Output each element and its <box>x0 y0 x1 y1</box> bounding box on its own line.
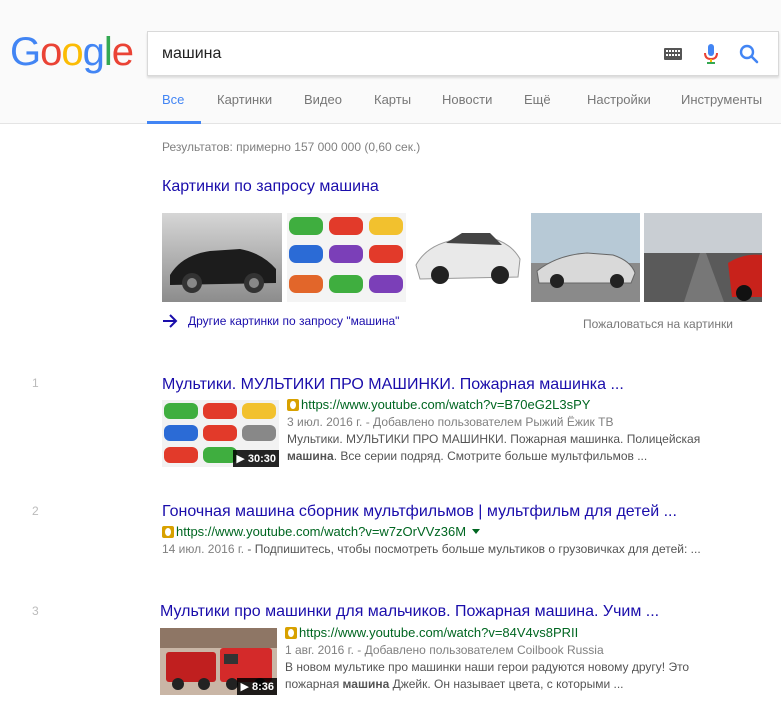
tab-video[interactable]: Видео <box>304 92 342 107</box>
logo-letter: g <box>82 30 105 74</box>
image-thumb-red-road-car[interactable] <box>644 213 762 302</box>
video-duration: ▶ 30:30 <box>233 450 279 467</box>
video-thumbnail[interactable]: ▶ 8:36 <box>160 628 277 695</box>
active-tab-indicator <box>147 121 201 124</box>
logo-letter: o <box>40 30 62 74</box>
google-logo[interactable]: Google <box>10 30 134 75</box>
tab-tools[interactable]: Инструменты <box>681 92 762 107</box>
tab-images[interactable]: Картинки <box>217 92 272 107</box>
result-snippet: 3 июл. 2016 г. - Добавлено пользователем… <box>287 415 701 463</box>
logo-letter: l <box>103 30 113 74</box>
more-images-link[interactable]: Другие картинки по запросу "машина" <box>162 314 399 328</box>
header: Google Все Картинки Видео Карты Новости … <box>0 0 781 124</box>
tab-maps[interactable]: Карты <box>374 92 411 107</box>
result-number: 1 <box>32 376 39 390</box>
youtube-icon <box>285 626 297 639</box>
image-thumb-white-porsche[interactable] <box>410 213 526 302</box>
video-duration: ▶ 8:36 <box>237 678 277 695</box>
keyboard-icon[interactable] <box>664 48 682 60</box>
tab-news[interactable]: Новости <box>442 92 492 107</box>
result-title-link[interactable]: Мультики. МУЛЬТИКИ ПРО МАШИНКИ. Пожарная… <box>162 376 624 394</box>
tab-all[interactable]: Все <box>162 92 184 107</box>
result-number: 2 <box>32 504 39 518</box>
result-title-link[interactable]: Гоночная машина сборник мультфильмов | м… <box>162 503 677 521</box>
result-snippet: 1 авг. 2016 г. - Добавлено пользователем… <box>285 643 690 691</box>
image-thumb-koenigsegg[interactable] <box>531 213 640 302</box>
search-input[interactable] <box>162 42 642 66</box>
result-stats: Результатов: примерно 157 000 000 (0,60 … <box>162 140 421 154</box>
result-title-link[interactable]: Мультики про машинки для мальчиков. Пожа… <box>160 603 659 621</box>
images-heading-link[interactable]: Картинки по запросу машина <box>162 178 379 196</box>
microphone-icon[interactable] <box>702 42 720 66</box>
logo-letter: G <box>10 30 41 74</box>
image-thumb-black-car[interactable] <box>162 213 282 302</box>
search-icon[interactable] <box>738 43 760 65</box>
arrow-right-icon <box>163 314 178 328</box>
image-thumb-cartoon-cars[interactable] <box>287 213 406 302</box>
result-snippet: 14 июл. 2016 г. - Подпишитесь, чтобы пос… <box>162 542 701 556</box>
result-url: https://www.youtube.com/watch?v=B70eG2L3… <box>287 397 590 412</box>
image-thumbnails <box>162 213 762 302</box>
dropdown-caret-icon[interactable] <box>472 529 481 534</box>
logo-letter: e <box>111 30 134 74</box>
search-box[interactable] <box>147 31 779 76</box>
video-thumbnail[interactable]: ▶ 30:30 <box>162 400 279 467</box>
more-images-label: Другие картинки по запросу "машина" <box>188 314 400 328</box>
youtube-icon <box>287 398 299 411</box>
result-url: https://www.youtube.com/watch?v=w7zOrVVz… <box>162 524 481 539</box>
logo-letter: o <box>61 30 83 74</box>
tab-more[interactable]: Ещё <box>524 92 551 107</box>
tab-settings[interactable]: Настройки <box>587 92 651 107</box>
result-number: 3 <box>32 604 39 618</box>
report-images-link[interactable]: Пожаловаться на картинки <box>583 317 733 331</box>
result-url: https://www.youtube.com/watch?v=84V4vs8P… <box>285 625 578 640</box>
youtube-icon <box>162 525 174 538</box>
